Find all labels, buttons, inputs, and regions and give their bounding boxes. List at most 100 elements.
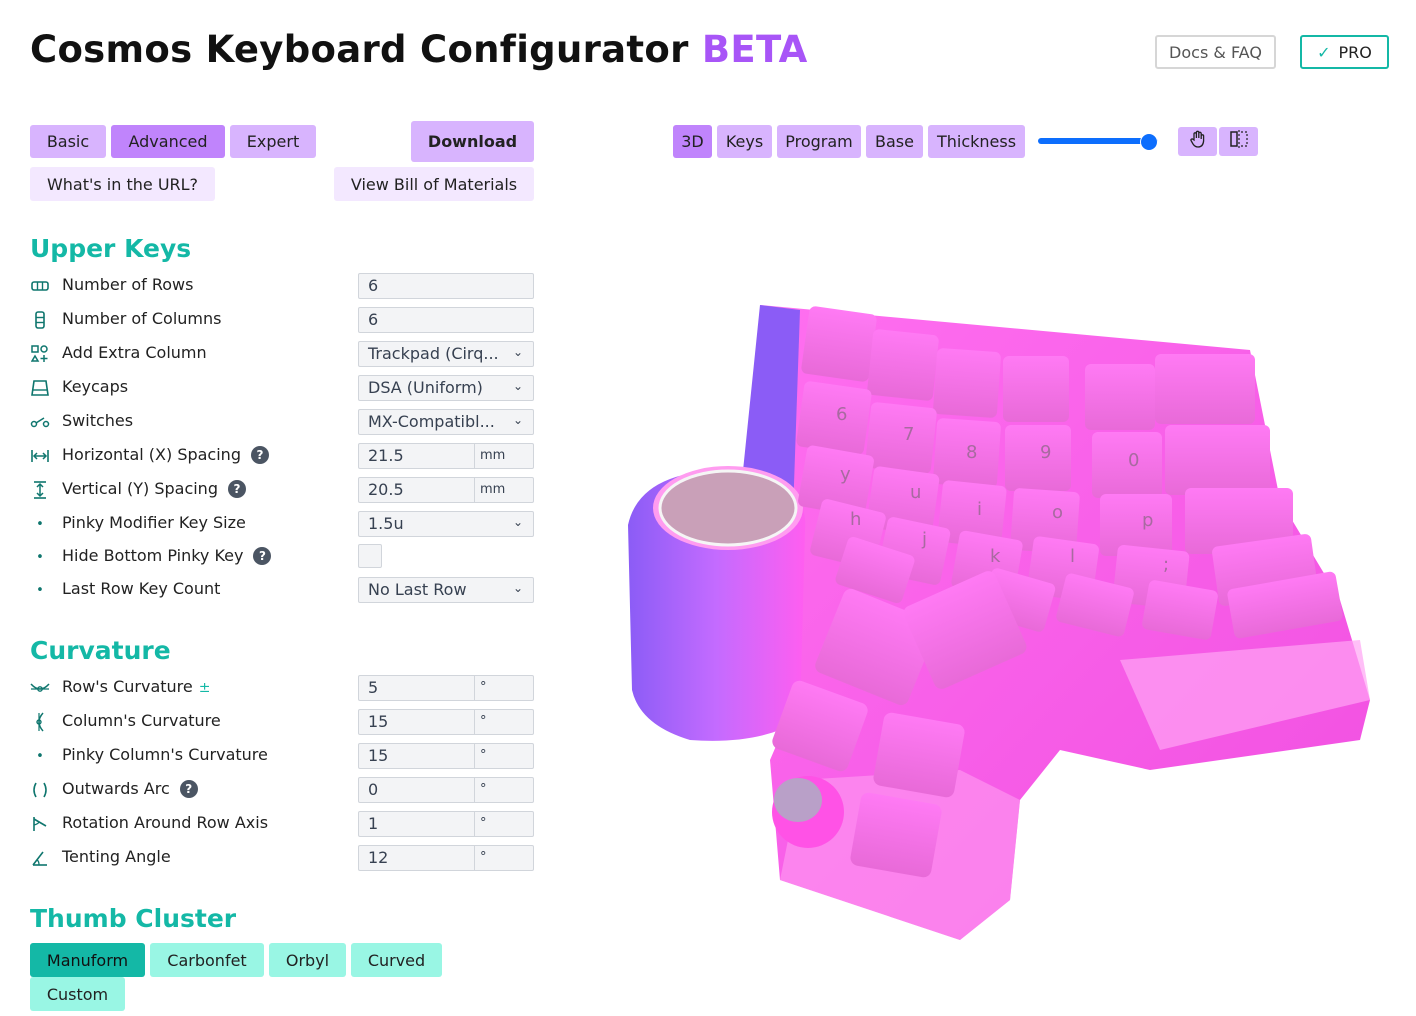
- help-icon[interactable]: ?: [179, 780, 198, 798]
- column-curvature-value: 15: [368, 712, 389, 731]
- bullet-icon: •: [36, 516, 44, 532]
- outwards-arc-value: 0: [368, 780, 379, 799]
- last-row-label: Last Row Key Count: [62, 579, 221, 598]
- pinky-mod-setting: • Pinky Modifier Key Size 1.5u ⌄: [30, 511, 534, 537]
- bullet-icon: •: [36, 549, 44, 565]
- row-axis-setting: Rotation Around Row Axis 1 °: [30, 811, 534, 837]
- keycaps-label: Keycaps: [62, 377, 129, 396]
- slider-thumb[interactable]: [1140, 133, 1158, 151]
- chevron-down-icon: ⌄: [512, 379, 523, 393]
- hide-pinky-label: Hide Bottom Pinky Key?: [62, 546, 272, 565]
- help-icon[interactable]: ?: [250, 446, 269, 464]
- row-curvature-input[interactable]: 5 °: [358, 675, 534, 701]
- extra-column-select[interactable]: Trackpad (Cirq... ⌄: [358, 341, 534, 367]
- key-legend: u: [910, 482, 921, 503]
- hand-pan-button[interactable]: [1178, 127, 1217, 156]
- key-legend: o: [1052, 502, 1063, 523]
- h-spacing-label: Horizontal (X) Spacing?: [62, 445, 269, 464]
- tenting-input[interactable]: 12 °: [358, 845, 534, 871]
- arc-icon: [30, 780, 50, 800]
- v-spacing-setting: Vertical (Y) Spacing? 20.5 mm: [30, 477, 534, 503]
- keyboard-3d-viewer[interactable]: 6 7 8 9 0 y u i o p h j k l ;: [600, 280, 1400, 960]
- bill-of-materials-button[interactable]: View Bill of Materials: [334, 167, 534, 201]
- outwards-arc-setting: Outwards Arc? 0 °: [30, 777, 534, 803]
- columns-input[interactable]: 6: [358, 307, 534, 333]
- tab-expert[interactable]: Expert: [230, 125, 316, 158]
- last-row-select[interactable]: No Last Row ⌄: [358, 577, 534, 603]
- columns-icon: [30, 310, 50, 330]
- key-legend: 8: [966, 442, 977, 463]
- view-tab-base[interactable]: Base: [866, 125, 923, 158]
- row-curvature-label-text: Row's Curvature: [62, 677, 193, 696]
- view-tab-thickness[interactable]: Thickness: [928, 125, 1025, 158]
- pro-button[interactable]: ✓ PRO: [1300, 35, 1389, 69]
- hand-icon: [1188, 129, 1208, 154]
- v-spacing-label-text: Vertical (Y) Spacing: [62, 479, 218, 498]
- columns-setting: Number of Columns 6: [30, 307, 534, 333]
- switch-toggle-icon: [30, 412, 50, 432]
- pinky-column-curvature-setting: • Pinky Column's Curvature 15 °: [30, 743, 534, 769]
- page-title: Cosmos Keyboard Configurator BETA: [30, 28, 808, 71]
- title-text: Cosmos Keyboard Configurator: [30, 28, 689, 71]
- row-curvature-label: Row's Curvature ±: [62, 677, 210, 696]
- pinky-mod-label: Pinky Modifier Key Size: [62, 513, 246, 532]
- extra-column-value: Trackpad (Cirq...: [368, 344, 499, 363]
- last-row-setting: • Last Row Key Count No Last Row ⌄: [30, 577, 534, 603]
- row-axis-value: 1: [368, 814, 379, 833]
- thumb-option-manuform[interactable]: Manuform: [30, 943, 145, 977]
- thumb-option-orbyl[interactable]: Orbyl: [269, 943, 346, 977]
- v-spacing-value: 20.5: [368, 480, 404, 499]
- rows-input[interactable]: 6: [358, 273, 534, 299]
- thumb-option-carbonfet[interactable]: Carbonfet: [150, 943, 264, 977]
- pinky-column-curvature-label: Pinky Column's Curvature: [62, 745, 268, 764]
- chevron-down-icon: ⌄: [512, 413, 523, 427]
- unit-label: mm: [474, 444, 535, 468]
- key-legend: h: [850, 509, 861, 530]
- thumb-option-curved[interactable]: Curved: [351, 943, 442, 977]
- view-tab-program[interactable]: Program: [777, 125, 861, 158]
- key-legend: 7: [903, 424, 914, 445]
- view-tab-keys[interactable]: Keys: [717, 125, 772, 158]
- opacity-slider[interactable]: [1038, 133, 1165, 151]
- unit-label: °: [474, 744, 535, 768]
- thumb-cluster-heading: Thumb Cluster: [30, 904, 237, 933]
- pinky-column-curvature-input[interactable]: 15 °: [358, 743, 534, 769]
- pinky-mod-select[interactable]: 1.5u ⌄: [358, 511, 534, 537]
- h-spacing-input[interactable]: 21.5 mm: [358, 443, 534, 469]
- download-button[interactable]: Download: [411, 121, 534, 162]
- key-legend: 0: [1128, 450, 1139, 471]
- switches-select[interactable]: MX-Compatibl... ⌄: [358, 409, 534, 435]
- hide-pinky-checkbox[interactable]: [358, 544, 382, 568]
- key-legend: l: [1070, 546, 1075, 567]
- v-spacing-input[interactable]: 20.5 mm: [358, 477, 534, 503]
- unit-label: °: [474, 778, 535, 802]
- tab-advanced[interactable]: Advanced: [111, 125, 225, 158]
- plus-minus-toggle[interactable]: ±: [199, 680, 211, 696]
- horizontal-spacing-icon: [30, 446, 50, 466]
- key-legend: ;: [1163, 554, 1169, 575]
- switches-setting: Switches MX-Compatibl... ⌄: [30, 409, 534, 435]
- thumb-option-custom[interactable]: Custom: [30, 977, 125, 1011]
- bullet-icon: •: [36, 582, 44, 598]
- shapes-plus-icon: [30, 344, 50, 364]
- docs-faq-button[interactable]: Docs & FAQ: [1155, 35, 1276, 69]
- pinky-column-curvature-value: 15: [368, 746, 389, 765]
- view-tab-3d[interactable]: 3D: [673, 125, 712, 158]
- key-legend: k: [990, 546, 1001, 567]
- mirror-button[interactable]: [1219, 127, 1258, 156]
- help-icon[interactable]: ?: [227, 480, 246, 498]
- outwards-arc-input[interactable]: 0 °: [358, 777, 534, 803]
- help-icon[interactable]: ?: [253, 547, 272, 565]
- rows-icon: [30, 276, 50, 296]
- column-curvature-input[interactable]: 15 °: [358, 709, 534, 735]
- key-legend: 6: [836, 404, 847, 425]
- keycaps-value: DSA (Uniform): [368, 378, 483, 397]
- tab-basic[interactable]: Basic: [30, 125, 106, 158]
- chevron-down-icon: ⌄: [512, 515, 523, 529]
- whats-in-url-button[interactable]: What's in the URL?: [30, 167, 215, 201]
- row-axis-label: Rotation Around Row Axis: [62, 813, 269, 832]
- keyboard-3d-model: 6 7 8 9 0 y u i o p h j k l ;: [628, 305, 1370, 940]
- outwards-arc-label-text: Outwards Arc: [62, 779, 170, 798]
- row-axis-input[interactable]: 1 °: [358, 811, 534, 837]
- keycaps-select[interactable]: DSA (Uniform) ⌄: [358, 375, 534, 401]
